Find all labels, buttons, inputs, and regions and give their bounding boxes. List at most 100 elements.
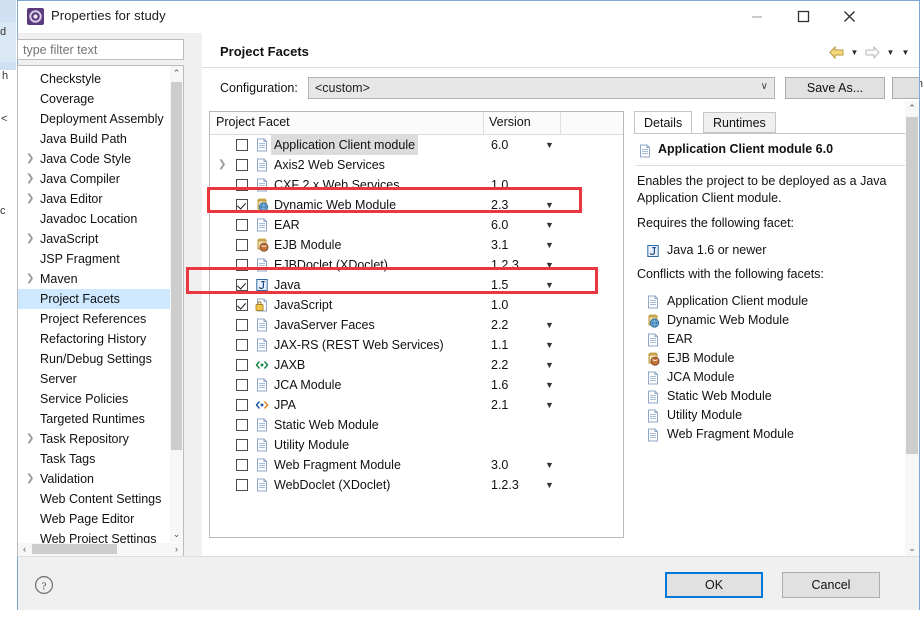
tab-runtimes[interactable]: Runtimes — [703, 112, 776, 133]
version-dropdown-icon[interactable]: ▼ — [545, 455, 554, 475]
sidebar-item-javascript[interactable]: ❯ JavaScript — [18, 229, 170, 249]
facet-checkbox[interactable] — [236, 159, 248, 171]
forward-arrow-icon[interactable] — [864, 44, 881, 61]
ok-button[interactable]: OK — [665, 572, 763, 598]
chevron-right-icon[interactable]: ❯ — [26, 429, 34, 449]
sidebar-item-web-content-settings[interactable]: Web Content Settings — [18, 489, 170, 509]
facet-row[interactable]: ❯ Axis2 Web Services — [210, 155, 623, 175]
facet-checkbox[interactable] — [236, 439, 248, 451]
facet-row[interactable]: JPA 2.1 ▼ — [210, 395, 623, 415]
version-dropdown-icon[interactable]: ▼ — [545, 195, 554, 215]
sidebar-item-java-build-path[interactable]: Java Build Path — [18, 129, 170, 149]
minimize-button[interactable] — [734, 1, 780, 32]
version-dropdown-icon[interactable]: ▼ — [545, 235, 554, 255]
tree-vertical-scrollbar[interactable]: ⌃ ⌄ — [170, 66, 183, 542]
version-dropdown-icon[interactable]: ▼ — [545, 475, 554, 495]
sidebar-item-project-references[interactable]: Project References — [18, 309, 170, 329]
version-dropdown-icon[interactable]: ▼ — [545, 255, 554, 275]
facet-row[interactable]: Web Fragment Module 3.0 ▼ — [210, 455, 623, 475]
extra-button[interactable] — [892, 77, 919, 99]
tree-hscroll-left-icon[interactable]: ‹ — [18, 543, 31, 555]
facet-checkbox[interactable] — [236, 219, 248, 231]
chevron-right-icon[interactable]: ❯ — [26, 149, 34, 169]
facet-row[interactable]: JCA Module 1.6 ▼ — [210, 375, 623, 395]
sidebar-item-java-code-style[interactable]: ❯ Java Code Style — [18, 149, 170, 169]
maximize-button[interactable] — [780, 1, 826, 32]
chevron-right-icon[interactable]: ❯ — [26, 169, 34, 189]
chevron-right-icon[interactable]: ❯ — [26, 269, 34, 289]
sidebar-item-javadoc-location[interactable]: Javadoc Location — [18, 209, 170, 229]
sidebar-item-server[interactable]: Server — [18, 369, 170, 389]
tab-details[interactable]: Details — [634, 111, 693, 134]
facet-checkbox[interactable] — [236, 279, 248, 291]
facet-checkbox[interactable] — [236, 459, 248, 471]
facet-row[interactable]: WebDoclet (XDoclet) 1.2.3 ▼ — [210, 475, 623, 495]
facet-row[interactable]: Application Client module 6.0 ▼ — [210, 135, 623, 155]
facet-row[interactable]: EJB Module 3.1 ▼ — [210, 235, 623, 255]
tree-scroll-down-icon[interactable]: ⌄ — [170, 527, 183, 542]
sidebar-item-task-tags[interactable]: Task Tags — [18, 449, 170, 469]
facet-row[interactable]: Java 1.5 ▼ — [210, 275, 623, 295]
sidebar-item-refactoring-history[interactable]: Refactoring History — [18, 329, 170, 349]
version-dropdown-icon[interactable]: ▼ — [545, 135, 554, 155]
facet-row[interactable]: Static Web Module — [210, 415, 623, 435]
tree-hscroll-thumb[interactable] — [32, 544, 117, 554]
extra-button-clipped[interactable] — [892, 77, 919, 99]
facet-row[interactable]: JAXB 2.2 ▼ — [210, 355, 623, 375]
facet-row[interactable]: Utility Module — [210, 435, 623, 455]
forward-dropdown-icon[interactable]: ▼ — [885, 44, 896, 61]
sidebar-item-coverage[interactable]: Coverage — [18, 89, 170, 109]
project-facets-table[interactable]: Project Facet Version Application Client… — [209, 111, 624, 538]
version-dropdown-icon[interactable]: ▼ — [545, 355, 554, 375]
tree-scroll-up-icon[interactable]: ⌃ — [170, 66, 183, 81]
facet-checkbox[interactable] — [236, 379, 248, 391]
content-scroll-thumb[interactable] — [906, 117, 918, 454]
facet-row[interactable]: CXF 2.x Web Services 1.0 — [210, 175, 623, 195]
facet-checkbox[interactable] — [236, 239, 248, 251]
sidebar-item-task-repository[interactable]: ❯ Task Repository — [18, 429, 170, 449]
tree-horizontal-scrollbar[interactable]: ‹ › — [17, 543, 184, 557]
back-dropdown-icon[interactable]: ▼ — [849, 44, 860, 61]
facet-row[interactable]: JavaServer Faces 2.2 ▼ — [210, 315, 623, 335]
content-vertical-scrollbar[interactable]: ⌃ ⌄ — [905, 101, 919, 556]
facet-row[interactable]: JavaScript 1.0 — [210, 295, 623, 315]
filter-box[interactable] — [17, 39, 184, 60]
facet-checkbox[interactable] — [236, 479, 248, 491]
facet-checkbox[interactable] — [236, 259, 248, 271]
version-dropdown-icon[interactable]: ▼ — [545, 215, 554, 235]
configuration-select[interactable]: <custom> ∨ — [308, 77, 775, 99]
page-menu-icon[interactable]: ▼ — [900, 44, 911, 61]
chevron-right-icon[interactable]: ❯ — [26, 229, 34, 249]
facet-checkbox[interactable] — [236, 199, 248, 211]
help-icon[interactable]: ? — [34, 575, 54, 595]
sidebar-item-validation[interactable]: ❯ Validation — [18, 469, 170, 489]
version-dropdown-icon[interactable]: ▼ — [545, 375, 554, 395]
version-dropdown-icon[interactable]: ▼ — [545, 395, 554, 415]
sidebar-item-run-debug-settings[interactable]: Run/Debug Settings — [18, 349, 170, 369]
tree-hscroll-right-icon[interactable]: › — [170, 543, 183, 555]
sidebar-item-checkstyle[interactable]: Checkstyle — [18, 69, 170, 89]
sidebar-item-project-facets[interactable]: Project Facets — [18, 289, 170, 309]
sidebar-item-service-policies[interactable]: Service Policies — [18, 389, 170, 409]
facet-checkbox[interactable] — [236, 399, 248, 411]
facet-checkbox[interactable] — [236, 179, 248, 191]
save-as-button[interactable]: Save As... — [785, 77, 885, 99]
back-arrow-icon[interactable] — [828, 44, 845, 61]
facet-checkbox[interactable] — [236, 359, 248, 371]
facet-checkbox[interactable] — [236, 319, 248, 331]
sidebar-item-targeted-runtimes[interactable]: Targeted Runtimes — [18, 409, 170, 429]
sidebar-item-web-page-editor[interactable]: Web Page Editor — [18, 509, 170, 529]
sidebar-item-deployment-assembly[interactable]: Deployment Assembly — [18, 109, 170, 129]
version-dropdown-icon[interactable]: ▼ — [545, 335, 554, 355]
facet-row[interactable]: EAR 6.0 ▼ — [210, 215, 623, 235]
cancel-button[interactable]: Cancel — [782, 572, 880, 598]
chevron-right-icon[interactable]: ❯ — [218, 155, 226, 175]
facet-row[interactable]: EJBDoclet (XDoclet) 1.2.3 ▼ — [210, 255, 623, 275]
facet-row[interactable]: JAX-RS (REST Web Services) 1.1 ▼ — [210, 335, 623, 355]
facet-checkbox[interactable] — [236, 299, 248, 311]
facet-checkbox[interactable] — [236, 339, 248, 351]
filter-input[interactable] — [18, 40, 183, 59]
content-scroll-down-icon[interactable]: ⌄ — [905, 541, 919, 556]
sidebar-item-java-compiler[interactable]: ❯ Java Compiler — [18, 169, 170, 189]
facet-row[interactable]: Dynamic Web Module 2.3 ▼ — [210, 195, 623, 215]
